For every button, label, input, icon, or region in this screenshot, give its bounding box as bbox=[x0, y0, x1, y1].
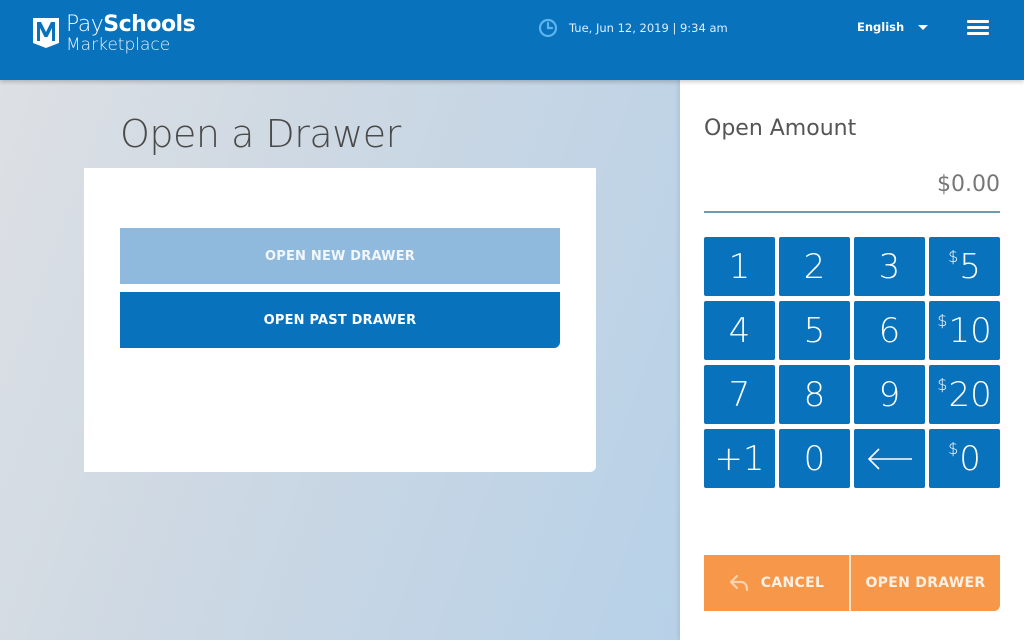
key-plus-1[interactable]: +1 bbox=[704, 429, 775, 488]
key-8[interactable]: 8 bbox=[779, 365, 850, 424]
key-0[interactable]: 0 bbox=[779, 429, 850, 488]
paySchools-logo-icon bbox=[33, 18, 59, 48]
logo[interactable]: PaySchools Marketplace bbox=[32, 12, 196, 55]
clock-icon bbox=[538, 18, 558, 38]
key-7[interactable]: 7 bbox=[704, 365, 775, 424]
language-label: English bbox=[857, 20, 905, 34]
hamburger-menu-icon[interactable] bbox=[967, 19, 989, 36]
backspace-arrow-icon bbox=[867, 447, 912, 470]
cancel-label: CANCEL bbox=[760, 575, 825, 591]
open-past-drawer-button[interactable]: OPEN PAST DRAWER bbox=[120, 292, 560, 348]
amount-underline bbox=[704, 211, 1000, 213]
open-drawer-button[interactable]: OPEN DRAWER bbox=[851, 555, 1000, 611]
key-1[interactable]: 1 bbox=[704, 237, 775, 296]
main-content: Open a Drawer OPEN NEW DRAWER OPEN PAST … bbox=[0, 80, 680, 640]
key-backspace[interactable] bbox=[854, 429, 925, 488]
key-20-dollars[interactable]: $20 bbox=[929, 365, 1000, 424]
key-5[interactable]: 5 bbox=[779, 301, 850, 360]
action-buttons: CANCEL OPEN DRAWER bbox=[704, 555, 1000, 611]
cancel-button[interactable]: CANCEL bbox=[704, 555, 851, 611]
datetime-text: Tue, Jun 12, 2019 | 9:34 am bbox=[569, 21, 728, 35]
key-4[interactable]: 4 bbox=[704, 301, 775, 360]
open-drawer-label: OPEN DRAWER bbox=[865, 575, 986, 591]
key-9[interactable]: 9 bbox=[854, 365, 925, 424]
datetime-display: Tue, Jun 12, 2019 | 9:34 am bbox=[538, 18, 728, 38]
logo-marketplace: Marketplace bbox=[66, 35, 171, 55]
logo-schools: Schools bbox=[103, 12, 196, 37]
open-amount-panel: Open Amount $0.00 1 2 3 $5 4 5 6 $10 7 8… bbox=[680, 80, 1024, 640]
open-amount-label: Open Amount bbox=[704, 116, 857, 141]
key-6[interactable]: 6 bbox=[854, 301, 925, 360]
key-10-dollars[interactable]: $10 bbox=[929, 301, 1000, 360]
key-clear-0-dollars[interactable]: $0 bbox=[929, 429, 1000, 488]
key-5-dollars[interactable]: $5 bbox=[929, 237, 1000, 296]
drawer-options-card: OPEN NEW DRAWER OPEN PAST DRAWER bbox=[84, 168, 596, 472]
key-2[interactable]: 2 bbox=[779, 237, 850, 296]
key-3[interactable]: 3 bbox=[854, 237, 925, 296]
logo-text: PaySchools Marketplace bbox=[66, 12, 196, 55]
top-navigation-bar: PaySchools Marketplace Tue, Jun 12, 2019… bbox=[0, 0, 1024, 80]
logo-pay: Pay bbox=[66, 12, 104, 37]
page-title: Open a Drawer bbox=[120, 112, 401, 156]
reply-arrow-icon bbox=[729, 574, 748, 592]
caret-down-icon bbox=[918, 24, 929, 30]
language-dropdown[interactable]: English bbox=[857, 20, 929, 34]
open-amount-value[interactable]: $0.00 bbox=[937, 172, 1000, 197]
open-new-drawer-button[interactable]: OPEN NEW DRAWER bbox=[120, 228, 560, 284]
